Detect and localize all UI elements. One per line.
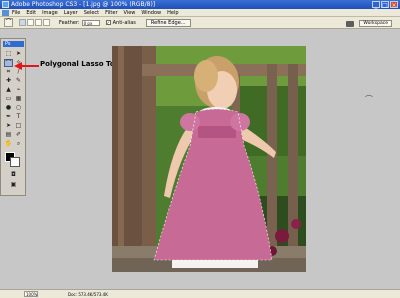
type-tool-icon[interactable]: T — [14, 113, 23, 121]
menu-view[interactable]: View — [124, 10, 136, 16]
lasso-cursor-icon: ⌒ — [365, 95, 373, 104]
refine-edge-button[interactable]: Refine Edge... — [145, 18, 191, 27]
document-size-info[interactable]: Doc: 573.4K/573.4K — [68, 292, 108, 297]
menu-bar: File Edit Image Layer Select Filter View… — [0, 9, 400, 17]
feather-label: Feather: — [59, 19, 80, 26]
photoshop-app-icon — [2, 1, 9, 8]
quick-mask-icon[interactable]: ◘ — [9, 171, 18, 179]
screen-mode-icon[interactable]: ▣ — [9, 181, 18, 189]
shape-tool-icon[interactable]: □ — [14, 122, 23, 130]
history-brush-tool-icon[interactable]: ⌁ — [14, 86, 23, 94]
close-button[interactable]: × — [390, 1, 398, 9]
path-selection-tool-icon[interactable]: ➤ — [4, 122, 13, 130]
annotation-arrow-icon — [14, 62, 39, 70]
zoom-tool-icon[interactable]: ⌕ — [14, 140, 23, 148]
bridge-icon[interactable] — [346, 20, 355, 27]
blur-tool-icon[interactable]: ● — [4, 104, 13, 112]
healing-brush-tool-icon[interactable]: ✚ — [4, 77, 13, 85]
move-tool-icon[interactable]: ➤ — [14, 50, 23, 58]
intersect-selection-mode-button[interactable] — [43, 19, 50, 26]
ps-menu-icon[interactable] — [2, 9, 9, 16]
add-selection-mode-button[interactable] — [27, 19, 34, 26]
hand-tool-icon[interactable]: ✋ — [4, 140, 13, 148]
status-bar: 100% Doc: 573.4K/573.4K — [0, 289, 400, 298]
ps-logo: Ps — [3, 41, 24, 47]
notes-tool-icon[interactable]: ▤ — [4, 131, 13, 139]
feather-input[interactable]: 0 px — [81, 19, 100, 26]
zoom-level-field[interactable]: 100% — [24, 291, 38, 297]
pen-tool-icon[interactable]: ✒ — [4, 113, 13, 121]
crop-tool-icon[interactable]: ⌗ — [4, 68, 13, 76]
window-controls: _ □ × — [372, 1, 398, 9]
menu-image[interactable]: Image — [42, 10, 58, 16]
anti-alias-checkbox[interactable]: ✓ — [105, 20, 111, 25]
menu-filter[interactable]: Filter — [105, 10, 117, 16]
options-bar: ⌒ Feather: 0 px ✓ Anti-alias Refine Edge… — [0, 17, 400, 29]
tool-preset-picker[interactable]: ⌒ — [4, 18, 13, 27]
eraser-tool-icon[interactable]: ▭ — [4, 95, 13, 103]
polygonal-lasso-tool-icon[interactable]: ⌒ — [4, 59, 13, 67]
subtract-selection-mode-button[interactable] — [35, 19, 42, 26]
clone-stamp-tool-icon[interactable]: ▲ — [4, 86, 13, 94]
menu-edit[interactable]: Edit — [26, 10, 36, 16]
document-canvas[interactable] — [112, 46, 306, 272]
workspace-area: Workspace — [346, 20, 392, 27]
window-title: Adobe Photoshop CS3 - [1.jpg @ 100% (RGB… — [11, 1, 156, 8]
minimize-button[interactable]: _ — [372, 1, 380, 9]
annotation-label: Polygonal Lasso Tool — [40, 60, 122, 68]
gradient-tool-icon[interactable]: ▦ — [14, 95, 23, 103]
workspace-button[interactable]: Workspace — [359, 20, 392, 27]
brush-tool-icon[interactable]: ✎ — [14, 77, 23, 85]
menu-help[interactable]: Help — [167, 10, 178, 16]
menu-select[interactable]: Select — [84, 10, 99, 16]
menu-file[interactable]: File — [12, 10, 20, 16]
eyedropper-tool-icon[interactable]: ✐ — [14, 131, 23, 139]
photoshop-window: Adobe Photoshop CS3 - [1.jpg @ 100% (RGB… — [0, 0, 400, 298]
menu-layer[interactable]: Layer — [64, 10, 78, 16]
title-bar: Adobe Photoshop CS3 - [1.jpg @ 100% (RGB… — [0, 0, 400, 9]
dodge-tool-icon[interactable]: ○ — [14, 104, 23, 112]
anti-alias-label: Anti-alias — [112, 19, 136, 26]
new-selection-mode-button[interactable] — [19, 19, 26, 26]
marquee-tool-icon[interactable]: ⬚ — [4, 50, 13, 58]
background-color-swatch[interactable] — [10, 157, 20, 167]
maximize-button[interactable]: □ — [381, 1, 389, 9]
menu-window[interactable]: Window — [141, 10, 161, 16]
